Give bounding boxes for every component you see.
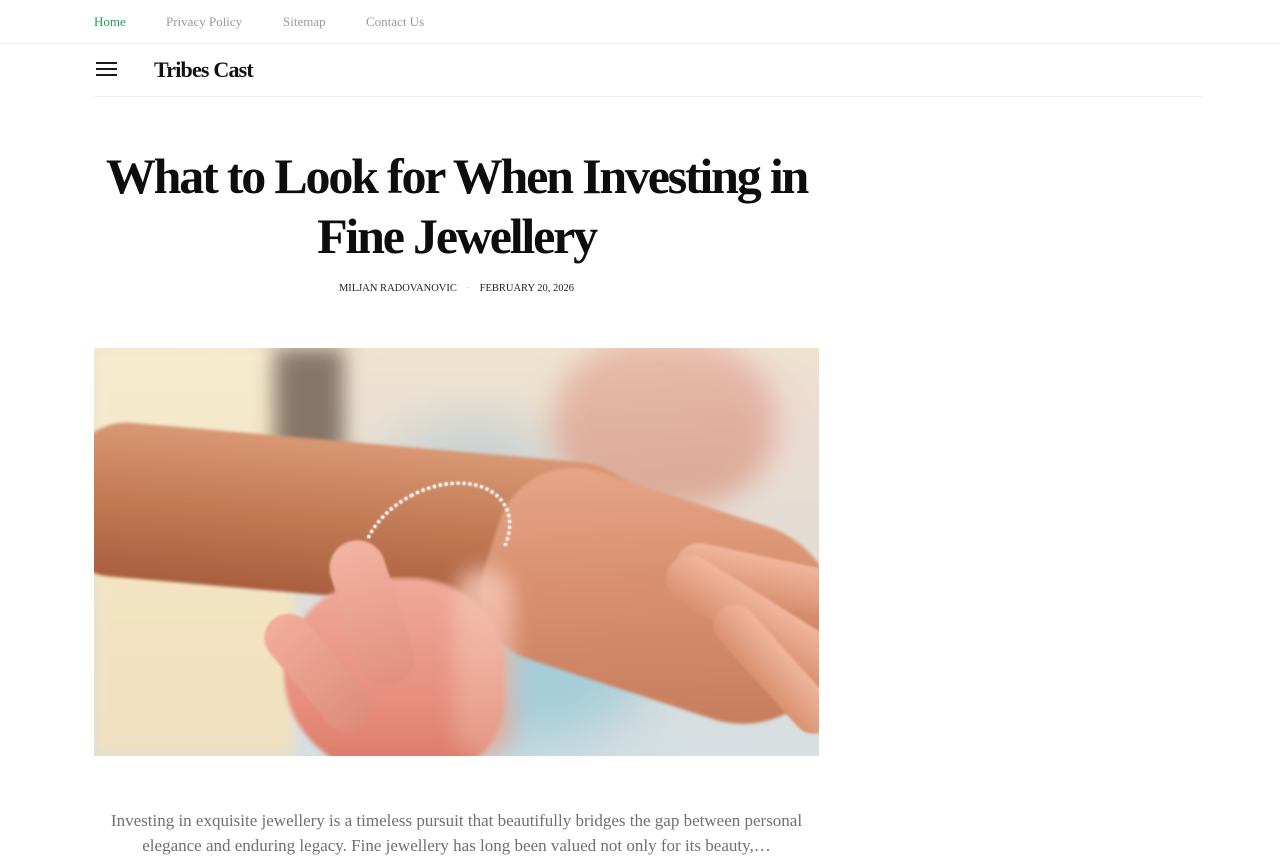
article-title: What to Look for When Investing in Fine … bbox=[105, 148, 809, 264]
nav-link-privacy-policy[interactable]: Privacy Policy bbox=[166, 14, 242, 30]
top-navigation: Home Privacy Policy Sitemap Contact Us bbox=[0, 0, 1280, 44]
nav-link-sitemap[interactable]: Sitemap bbox=[283, 14, 326, 30]
author-link[interactable]: MILJAN RADOVANOVIC bbox=[339, 283, 457, 294]
nav-link-home[interactable]: Home bbox=[94, 14, 126, 30]
hamburger-menu-icon[interactable] bbox=[94, 60, 118, 80]
featured-image bbox=[94, 348, 819, 756]
site-header: Tribes Cast bbox=[94, 44, 1203, 97]
menu-bar-middle bbox=[96, 68, 117, 70]
meta-separator: · bbox=[466, 283, 471, 294]
article-excerpt: Investing in exquisite jewellery is a ti… bbox=[110, 811, 803, 855]
site-title-link[interactable]: Tribes Cast bbox=[154, 57, 254, 83]
publish-date: FEBRUARY 20, 2026 bbox=[479, 283, 575, 294]
menu-bar-bottom bbox=[96, 74, 117, 76]
nav-link-contact-us[interactable]: Contact Us bbox=[366, 14, 424, 30]
menu-bar-top bbox=[96, 62, 117, 64]
photo-blurred-finger bbox=[454, 568, 514, 756]
article-meta: MILJAN RADOVANOVIC · FEBRUARY 20, 2026 bbox=[94, 282, 819, 296]
